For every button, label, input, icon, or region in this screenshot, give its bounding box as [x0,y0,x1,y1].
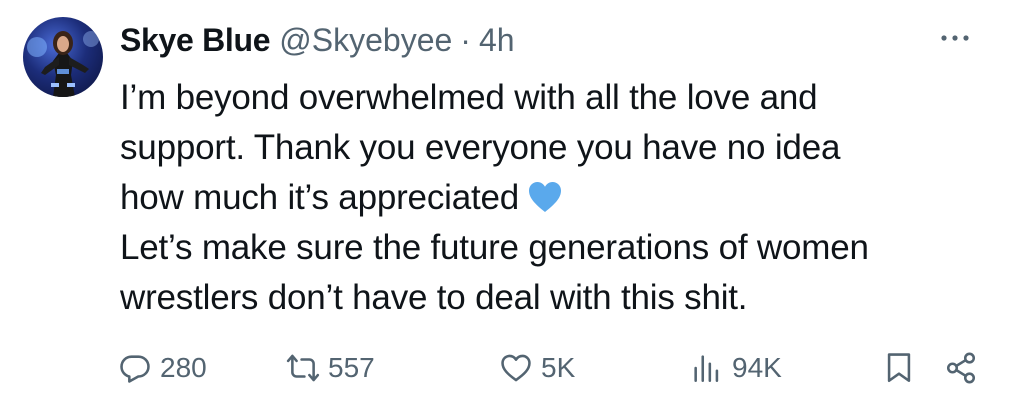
author-handle[interactable]: @Skyebyee [279,22,452,59]
tweet-text-line: wrestlers don’t have to deal with this s… [120,278,748,317]
tweet-text-line: Let’s make sure the future generations o… [120,228,869,267]
author-name[interactable]: Skye Blue [120,22,271,59]
share-button[interactable] [944,346,978,390]
tweet[interactable]: Skye Blue @Skyebyee · 4h I’m beyond over… [0,0,1009,400]
tweet-text-line: I’m beyond overwhelmed with all the love… [120,78,818,117]
tweet-text-line: support. Thank you everyone you have no … [120,128,841,167]
like-button[interactable]: 5K [499,346,575,390]
reply-button[interactable]: 280 [118,346,207,390]
like-icon [501,354,531,382]
tweet-text-line: how much it’s appreciated [120,173,970,223]
avatar[interactable] [23,17,103,97]
timestamp[interactable]: 4h [479,22,515,59]
more-options-button[interactable] [939,22,971,54]
like-count: 5K [541,352,576,383]
retweet-icon [286,354,320,382]
reply-icon [120,355,150,383]
retweet-button[interactable]: 557 [286,346,375,390]
separator-dot: · [460,21,471,58]
bookmark-icon [887,353,911,383]
bookmark-button[interactable] [882,346,916,390]
retweet-count: 557 [328,352,375,383]
tweet-header: Skye Blue @Skyebyee · 4h [120,18,515,62]
views-icon [694,355,719,383]
views-button[interactable]: 94K [690,346,782,390]
share-icon [946,352,976,384]
tweet-text-fragment: how much it’s appreciated [120,178,520,217]
blue-heart-icon [529,182,562,212]
tweet-text: I’m beyond overwhelmed with all the love… [120,73,970,323]
views-count: 94K [732,352,782,383]
action-bar: 280 557 5K 94K [118,346,980,390]
avatar-image [27,31,99,97]
more-icon [941,35,969,41]
reply-count: 280 [160,352,207,383]
